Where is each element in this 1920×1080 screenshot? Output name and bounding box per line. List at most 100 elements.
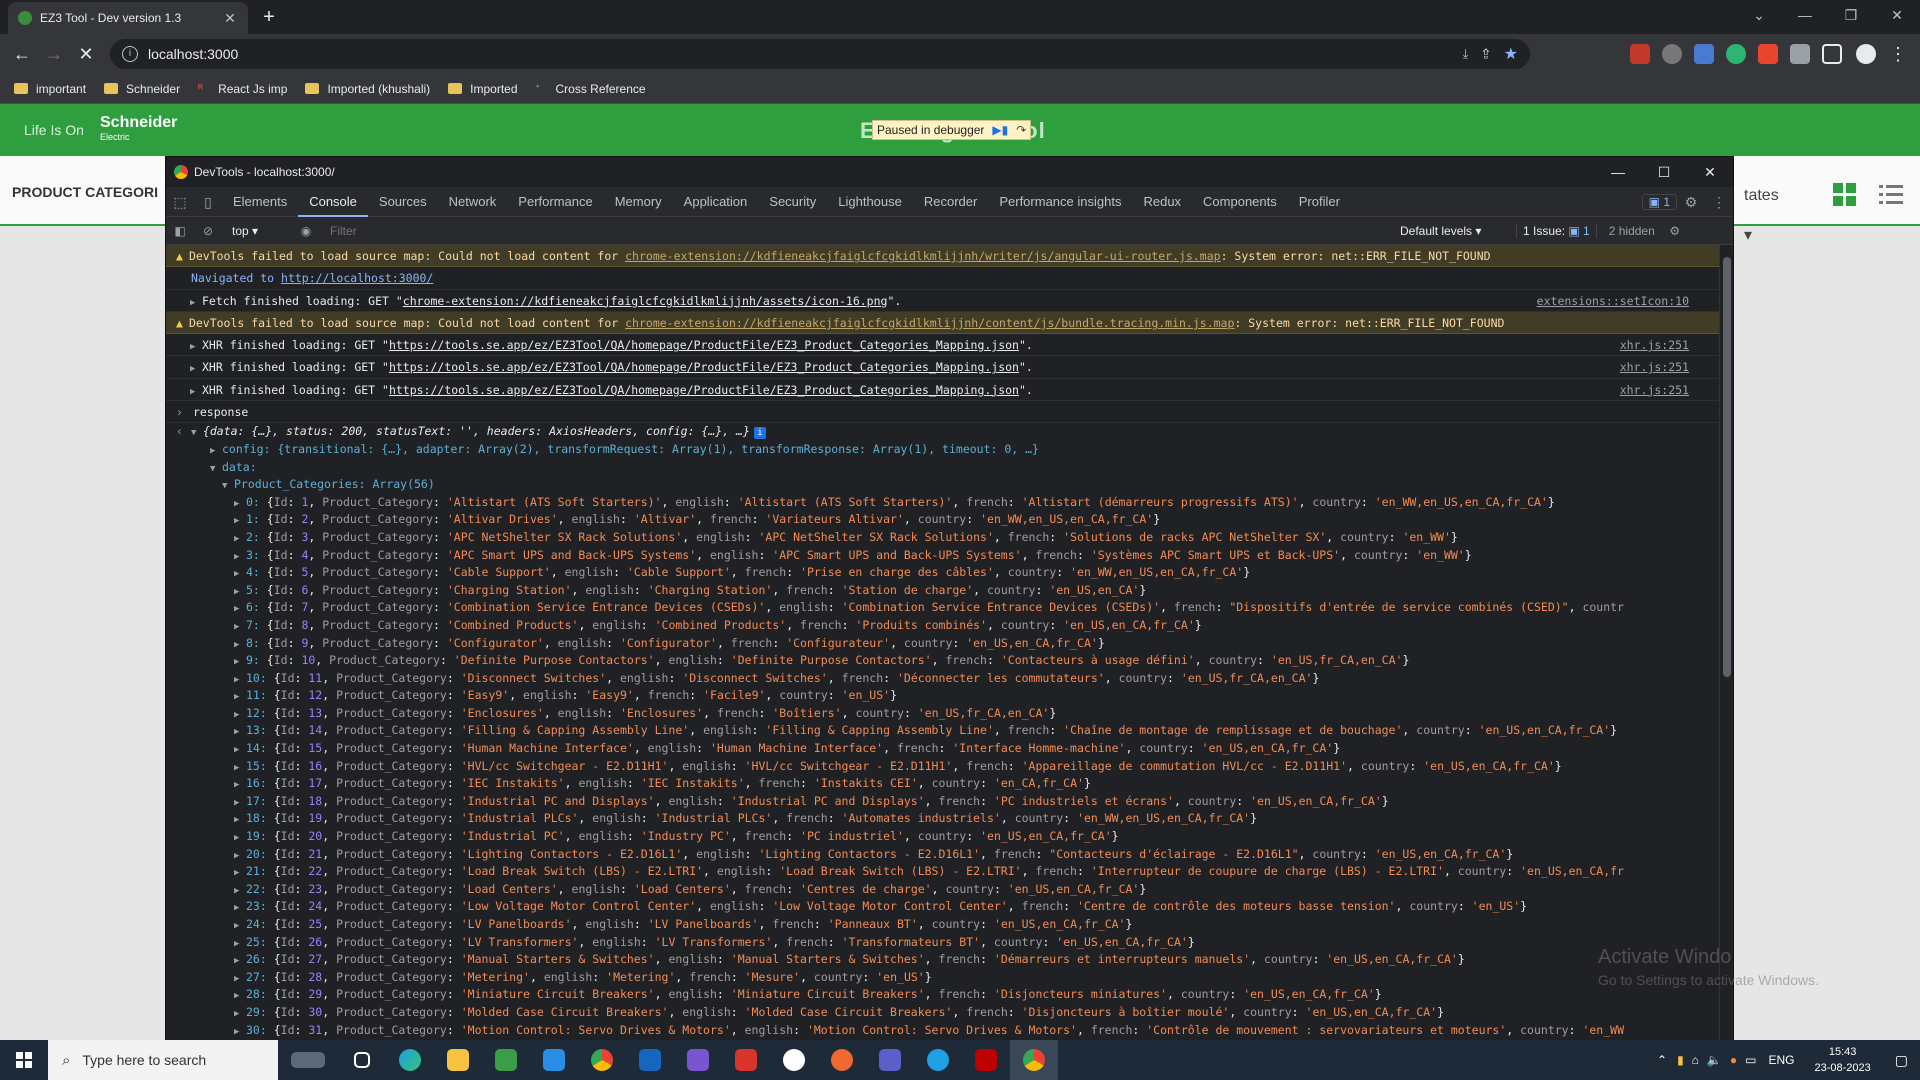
expand-triangle-icon[interactable]: ▶ (210, 443, 222, 461)
devtools-tab[interactable]: Application (673, 187, 759, 217)
category-row[interactable]: ▶ 1: {Id: 2, Product_Category: 'Altivar D… (166, 511, 1719, 529)
category-row[interactable]: ▶ 28: {Id: 29, Product_Category: 'Miniatu… (166, 986, 1719, 1004)
expand-triangle-icon[interactable]: ▶ (234, 918, 246, 936)
vscode-icon[interactable] (530, 1040, 578, 1080)
chrome-active-icon[interactable] (1010, 1040, 1058, 1080)
devtools-tab[interactable]: Security (758, 187, 827, 217)
message-link[interactable]: https://tools.se.app/ez/EZ3Tool/QA/homep… (389, 338, 1019, 352)
devtools-tab[interactable]: Elements (222, 187, 298, 217)
back-icon[interactable]: ← (10, 42, 34, 66)
omnibox-actions-icons[interactable]: ⤓⇪ (1463, 46, 1504, 62)
scrollbar-thumb[interactable] (1723, 257, 1731, 677)
network-icon[interactable]: ⌂ (1688, 1053, 1703, 1067)
browser-tab[interactable]: EZ3 Tool - Dev version 1.3 ✕ (8, 2, 248, 34)
edge-icon[interactable] (386, 1040, 434, 1080)
tray-app2-icon[interactable]: ● (1726, 1053, 1741, 1067)
menu-kebab-icon[interactable]: ⋮ (1886, 42, 1910, 66)
expand-triangle-icon[interactable]: ▶ (234, 1006, 246, 1024)
category-row[interactable]: ▶ 27: {Id: 28, Product_Category: 'Meterin… (166, 969, 1719, 987)
category-row[interactable]: ▶ 9: {Id: 10, Product_Category: 'Definite… (166, 652, 1719, 670)
inspect-element-icon[interactable]: ⬚ (166, 187, 194, 217)
console-settings-gear-icon[interactable]: ⚙ (1661, 224, 1689, 238)
taskbar-clock[interactable]: 15:43 23-08-2023 (1802, 1044, 1882, 1076)
message-link[interactable]: https://tools.se.app/ez/EZ3Tool/QA/homep… (389, 383, 1019, 397)
issues-button[interactable]: 1 Issue: ▣ 1 (1516, 223, 1597, 238)
side-panel-icon[interactable] (1822, 44, 1842, 64)
expand-triangle-icon[interactable]: ▼ (222, 478, 234, 496)
site-info-icon[interactable]: i (122, 46, 138, 62)
category-row[interactable]: ▶ 8: {Id: 9, Product_Category: 'Configura… (166, 635, 1719, 653)
category-row[interactable]: ▶ 4: {Id: 5, Product_Category: 'Cable Sup… (166, 564, 1719, 582)
dt-close-button[interactable]: ✕ (1687, 157, 1733, 187)
message-link[interactable]: chrome-extension://kdfieneakcjfaiglcfcgk… (625, 249, 1220, 263)
search-highlight-icon[interactable] (278, 1040, 338, 1080)
bookmark-folder[interactable]: Schneider (104, 82, 180, 96)
category-row[interactable]: ▶ 21: {Id: 22, Product_Category: 'Load Br… (166, 863, 1719, 881)
data-property[interactable]: ▼ data: (166, 459, 1719, 477)
expand-triangle-icon[interactable]: ▶ (190, 358, 202, 380)
chrome-icon[interactable] (578, 1040, 626, 1080)
category-row[interactable]: ▶ 15: {Id: 16, Product_Category: 'HVL/cc … (166, 758, 1719, 776)
tab-search-icon[interactable]: ⌄ (1736, 0, 1782, 30)
wps-icon[interactable] (722, 1040, 770, 1080)
message-link[interactable]: http://localhost:3000/ (281, 271, 433, 285)
devtools-tab[interactable]: Lighthouse (827, 187, 913, 217)
volume-icon[interactable]: 🔈 (1703, 1053, 1726, 1067)
file-explorer-icon[interactable] (434, 1040, 482, 1080)
input-language[interactable]: ENG (1760, 1053, 1802, 1067)
bookmark-folder[interactable]: Imported (khushali) (305, 82, 430, 96)
dt-maximize-button[interactable]: ☐ (1641, 157, 1687, 187)
config-property[interactable]: ▶ config: {transitional: {…}, adapter: Ar… (166, 441, 1719, 459)
extension-icon[interactable] (1726, 44, 1746, 64)
category-row[interactable]: ▶ 29: {Id: 30, Product_Category: 'Molded … (166, 1004, 1719, 1022)
expand-triangle-icon[interactable]: ▼ (210, 461, 222, 479)
category-row[interactable]: ▶ 22: {Id: 23, Product_Category: 'Load Ce… (166, 881, 1719, 899)
grid-view-icon[interactable] (1832, 182, 1858, 208)
spreadsheet-icon[interactable] (482, 1040, 530, 1080)
devtools-tab[interactable]: Console (298, 187, 368, 217)
expand-triangle-icon[interactable]: ▶ (234, 1024, 246, 1042)
bookmark-folder[interactable]: important (14, 82, 86, 96)
bookmark-link[interactable]: ᴿ React Js imp (198, 82, 287, 96)
devtools-tab[interactable]: Performance (507, 187, 603, 217)
category-row[interactable]: ▶ 14: {Id: 15, Product_Category: 'Human M… (166, 740, 1719, 758)
task-view-icon[interactable] (338, 1040, 386, 1080)
filezilla-icon[interactable] (962, 1040, 1010, 1080)
devtools-tab[interactable]: Profiler (1288, 187, 1351, 217)
category-row[interactable]: ▶ 25: {Id: 26, Product_Category: 'LV Tran… (166, 934, 1719, 952)
teams-icon[interactable] (866, 1040, 914, 1080)
message-link[interactable]: https://tools.se.app/ez/EZ3Tool/QA/homep… (389, 360, 1019, 374)
tray-chevron-icon[interactable]: ⌃ (1651, 1053, 1673, 1067)
sidebar-toggle-icon[interactable]: ◧ (166, 224, 194, 238)
live-expression-eye-icon[interactable]: ◉ (292, 224, 320, 238)
category-row[interactable]: ▶ 16: {Id: 17, Product_Category: 'IEC Ins… (166, 775, 1719, 793)
extension-icon[interactable] (1758, 44, 1778, 64)
minimize-button[interactable]: — (1782, 0, 1828, 30)
extensions-puzzle-icon[interactable] (1790, 44, 1810, 64)
more-options-icon[interactable]: ⋮ (1705, 187, 1733, 217)
devtools-tab[interactable]: Network (438, 187, 508, 217)
devtools-tab[interactable]: Memory (604, 187, 673, 217)
expand-triangle-icon[interactable]: ▶ (190, 336, 202, 358)
profile-avatar-icon[interactable] (1856, 44, 1876, 64)
messages-badge[interactable]: ▣ 1 (1641, 193, 1677, 210)
message-source-link[interactable]: extensions::setIcon:10 (1537, 290, 1689, 312)
step-over-icon[interactable]: ↷ (1016, 123, 1026, 137)
tab-close-icon[interactable]: ✕ (222, 10, 238, 27)
expand-triangle-icon[interactable]: ▼ (191, 425, 203, 443)
devtools-tab[interactable]: Redux (1132, 187, 1192, 217)
close-window-button[interactable]: ✕ (1874, 0, 1920, 30)
new-tab-button[interactable]: + (256, 6, 282, 30)
postman-icon[interactable] (818, 1040, 866, 1080)
category-row[interactable]: ▶ 18: {Id: 19, Product_Category: 'Industr… (166, 810, 1719, 828)
skype-icon[interactable] (914, 1040, 962, 1080)
settings-gear-icon[interactable]: ⚙ (1677, 187, 1705, 217)
extension-icon[interactable] (1662, 44, 1682, 64)
log-levels-select[interactable]: Default levels ▾ (1400, 224, 1510, 238)
category-row[interactable]: ▶ 6: {Id: 7, Product_Category: 'Combinati… (166, 599, 1719, 617)
info-icon[interactable]: i (753, 427, 766, 440)
devtools-tab[interactable]: Sources (368, 187, 438, 217)
category-row[interactable]: ▶ 0: {Id: 1, Product_Category: 'Altistart… (166, 494, 1719, 512)
expand-triangle-icon[interactable]: ▶ (190, 292, 202, 314)
forward-icon[interactable]: → (42, 42, 66, 66)
